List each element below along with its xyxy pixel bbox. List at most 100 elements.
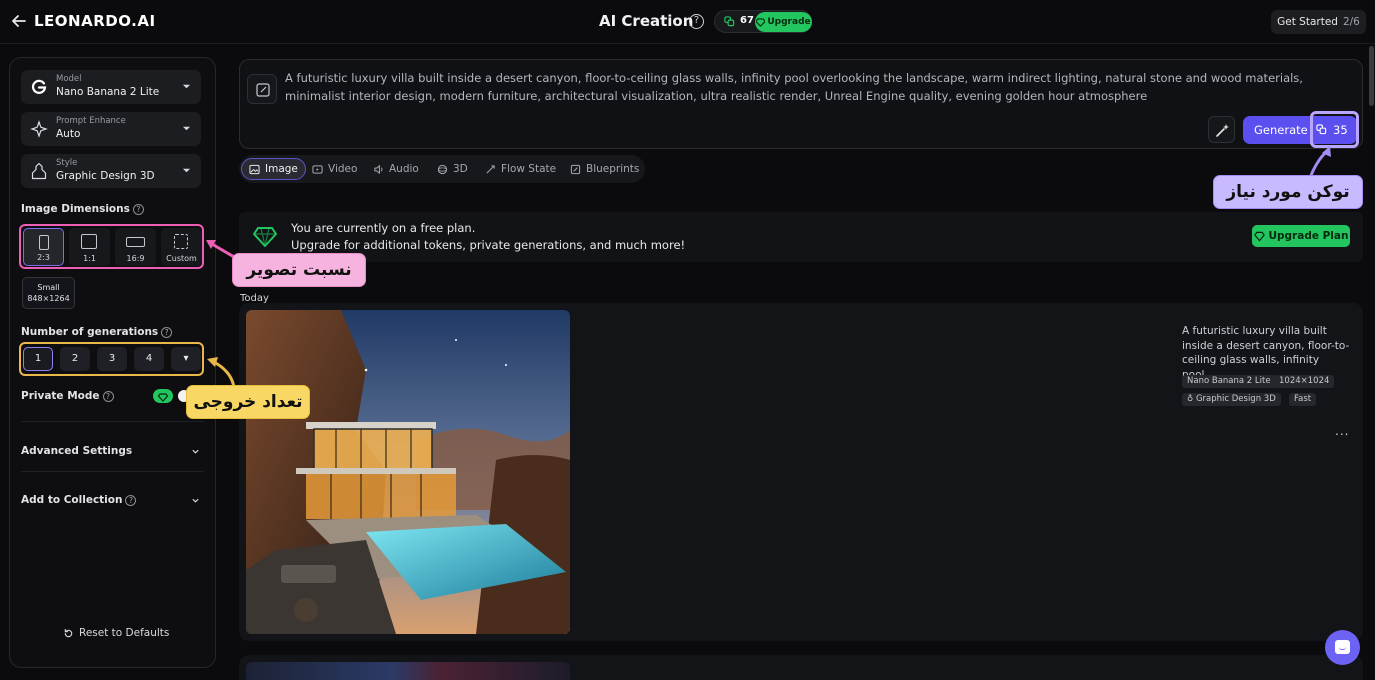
tab-flow-state[interactable]: Flow State [478, 158, 563, 180]
tab-label: Video [328, 163, 358, 175]
prompt-input[interactable]: A futuristic luxury villa built inside a… [285, 69, 1345, 105]
mode-tabs: Image Video Audio 3D Flow State Blueprin… [239, 155, 645, 183]
aspect-ratio-callout: نسبت تصویر [232, 253, 366, 287]
style-tag-label: Graphic Design 3D [1195, 394, 1276, 404]
square-shape-icon [81, 234, 97, 249]
token-balance[interactable]: 67 Upgrade [714, 10, 812, 33]
cost-value: 35 [1333, 123, 1348, 137]
chevron-down-icon[interactable] [191, 496, 200, 505]
help-icon[interactable]: ? [161, 326, 173, 338]
edit-icon [256, 83, 270, 97]
aspect-label: Custom [166, 254, 197, 263]
generation-card[interactable] [239, 655, 1363, 680]
tab-label: Audio [389, 163, 419, 175]
more-options-button[interactable]: ... [1335, 424, 1349, 438]
model-label: Model [56, 74, 82, 84]
reset-defaults-button[interactable]: Reset to Defaults [63, 627, 169, 639]
private-mode-title: Private Mode? [21, 390, 114, 402]
video-icon [312, 164, 323, 174]
style-value: Graphic Design 3D [56, 170, 155, 182]
logo[interactable]: LEONARDO.AI [34, 12, 156, 30]
size-preset-button[interactable]: Small 848×1264 [22, 277, 75, 309]
help-icon[interactable]: ? [132, 203, 144, 215]
magic-wand-button[interactable] [1208, 116, 1235, 143]
model-value: Nano Banana 2 Lite [56, 86, 160, 98]
aspect-label: 2:3 [37, 253, 50, 262]
image-icon [249, 164, 260, 174]
back-arrow-icon[interactable] [10, 12, 28, 30]
generated-image[interactable] [246, 662, 570, 680]
image-dimensions-title: Image Dimensions? [21, 203, 144, 215]
advanced-settings-toggle[interactable]: Advanced Settings [21, 445, 132, 457]
prompt-box[interactable]: A futuristic luxury villa built inside a… [239, 59, 1363, 149]
add-to-collection-title[interactable]: Add to Collection? [21, 494, 137, 506]
upgrade-plan-button[interactable]: Upgrade Plan [1252, 225, 1350, 247]
model-tag: Nano Banana 2 Lite [1182, 375, 1276, 388]
aspect-custom-button[interactable]: Custom [161, 228, 202, 266]
divider [21, 471, 204, 472]
prompt-enhance-select[interactable]: Prompt Enhance Auto [21, 112, 201, 146]
tab-image[interactable]: Image [241, 158, 306, 180]
aspect-2-3-button[interactable]: 2:3 [23, 228, 64, 266]
tab-label: Flow State [501, 163, 557, 175]
upgrade-button[interactable]: Upgrade [755, 12, 812, 32]
tab-3d[interactable]: 3D [430, 158, 475, 180]
generated-image[interactable] [246, 310, 570, 634]
tab-video[interactable]: Video [305, 158, 364, 180]
output-count-callout: تعداد خروجی [186, 385, 310, 419]
chat-icon [1335, 640, 1350, 654]
style-select[interactable]: Style Graphic Design 3D [21, 154, 201, 188]
prompt-enhance-value: Auto [56, 128, 81, 140]
upgrade-plan-label: Upgrade Plan [1268, 230, 1349, 242]
generations-title: Number of generations? [21, 326, 173, 338]
villa-render-image [246, 310, 570, 634]
model-select[interactable]: Model Nano Banana 2 Lite [21, 70, 201, 104]
generations-1-button[interactable]: 1 [23, 347, 53, 371]
get-started-steps: 2/6 [1342, 16, 1360, 28]
chevron-down-icon [182, 126, 191, 131]
token-icon [1316, 124, 1327, 135]
sparkle-icon [30, 120, 48, 138]
landscape-shape-icon [126, 237, 145, 247]
size-name: Small [37, 283, 60, 292]
chevron-down-icon [182, 84, 191, 89]
model-logo-icon [31, 79, 47, 94]
generations-2-button[interactable]: 2 [60, 347, 90, 371]
generation-card[interactable]: A futuristic luxury villa built inside a… [239, 303, 1363, 641]
flow-icon [486, 164, 495, 174]
style-icon [31, 162, 47, 180]
scrollbar[interactable] [1369, 46, 1374, 106]
aspect-1-1-button[interactable]: 1:1 [69, 228, 110, 266]
get-started-label: Get Started [1277, 16, 1338, 28]
chevron-down-icon[interactable] [191, 447, 200, 456]
generations-3-button[interactable]: 3 [97, 347, 127, 371]
help-icon[interactable]: ? [102, 390, 114, 402]
diamond-icon [756, 17, 766, 27]
edit-prompt-button[interactable] [247, 74, 277, 104]
divider [21, 421, 204, 422]
aspect-16-9-button[interactable]: 16:9 [115, 228, 156, 266]
tab-audio[interactable]: Audio [366, 158, 426, 180]
reset-label: Reset to Defaults [79, 627, 170, 639]
blueprint-icon [570, 164, 581, 174]
resolution-tag: 1024×1024 [1274, 375, 1335, 388]
diamond-icon [253, 227, 277, 247]
aspect-label: 1:1 [83, 254, 96, 263]
help-icon[interactable]: ? [125, 494, 137, 506]
private-mode-badge [153, 389, 173, 403]
diamond-icon [1253, 231, 1265, 242]
aspect-ratio-group: 2:3 1:1 16:9 Custom [19, 224, 204, 269]
generation-cost: 35 [1310, 111, 1359, 148]
chat-button[interactable] [1325, 630, 1360, 665]
generations-4-button[interactable]: 4 [134, 347, 164, 371]
audio-icon [374, 164, 383, 174]
generate-button[interactable]: Generate 35 [1243, 111, 1359, 148]
free-plan-banner: You are currently on a free plan. Upgrad… [239, 212, 1363, 262]
upgrade-label: Upgrade [767, 17, 811, 27]
token-icon [724, 16, 735, 27]
tab-blueprints[interactable]: Blueprints [563, 158, 646, 180]
size-value: 848×1264 [27, 294, 70, 303]
help-icon[interactable]: ? [689, 14, 704, 29]
get-started-button[interactable]: Get Started 2/6 [1271, 10, 1366, 34]
generations-more-button[interactable]: ▾ [171, 347, 201, 371]
